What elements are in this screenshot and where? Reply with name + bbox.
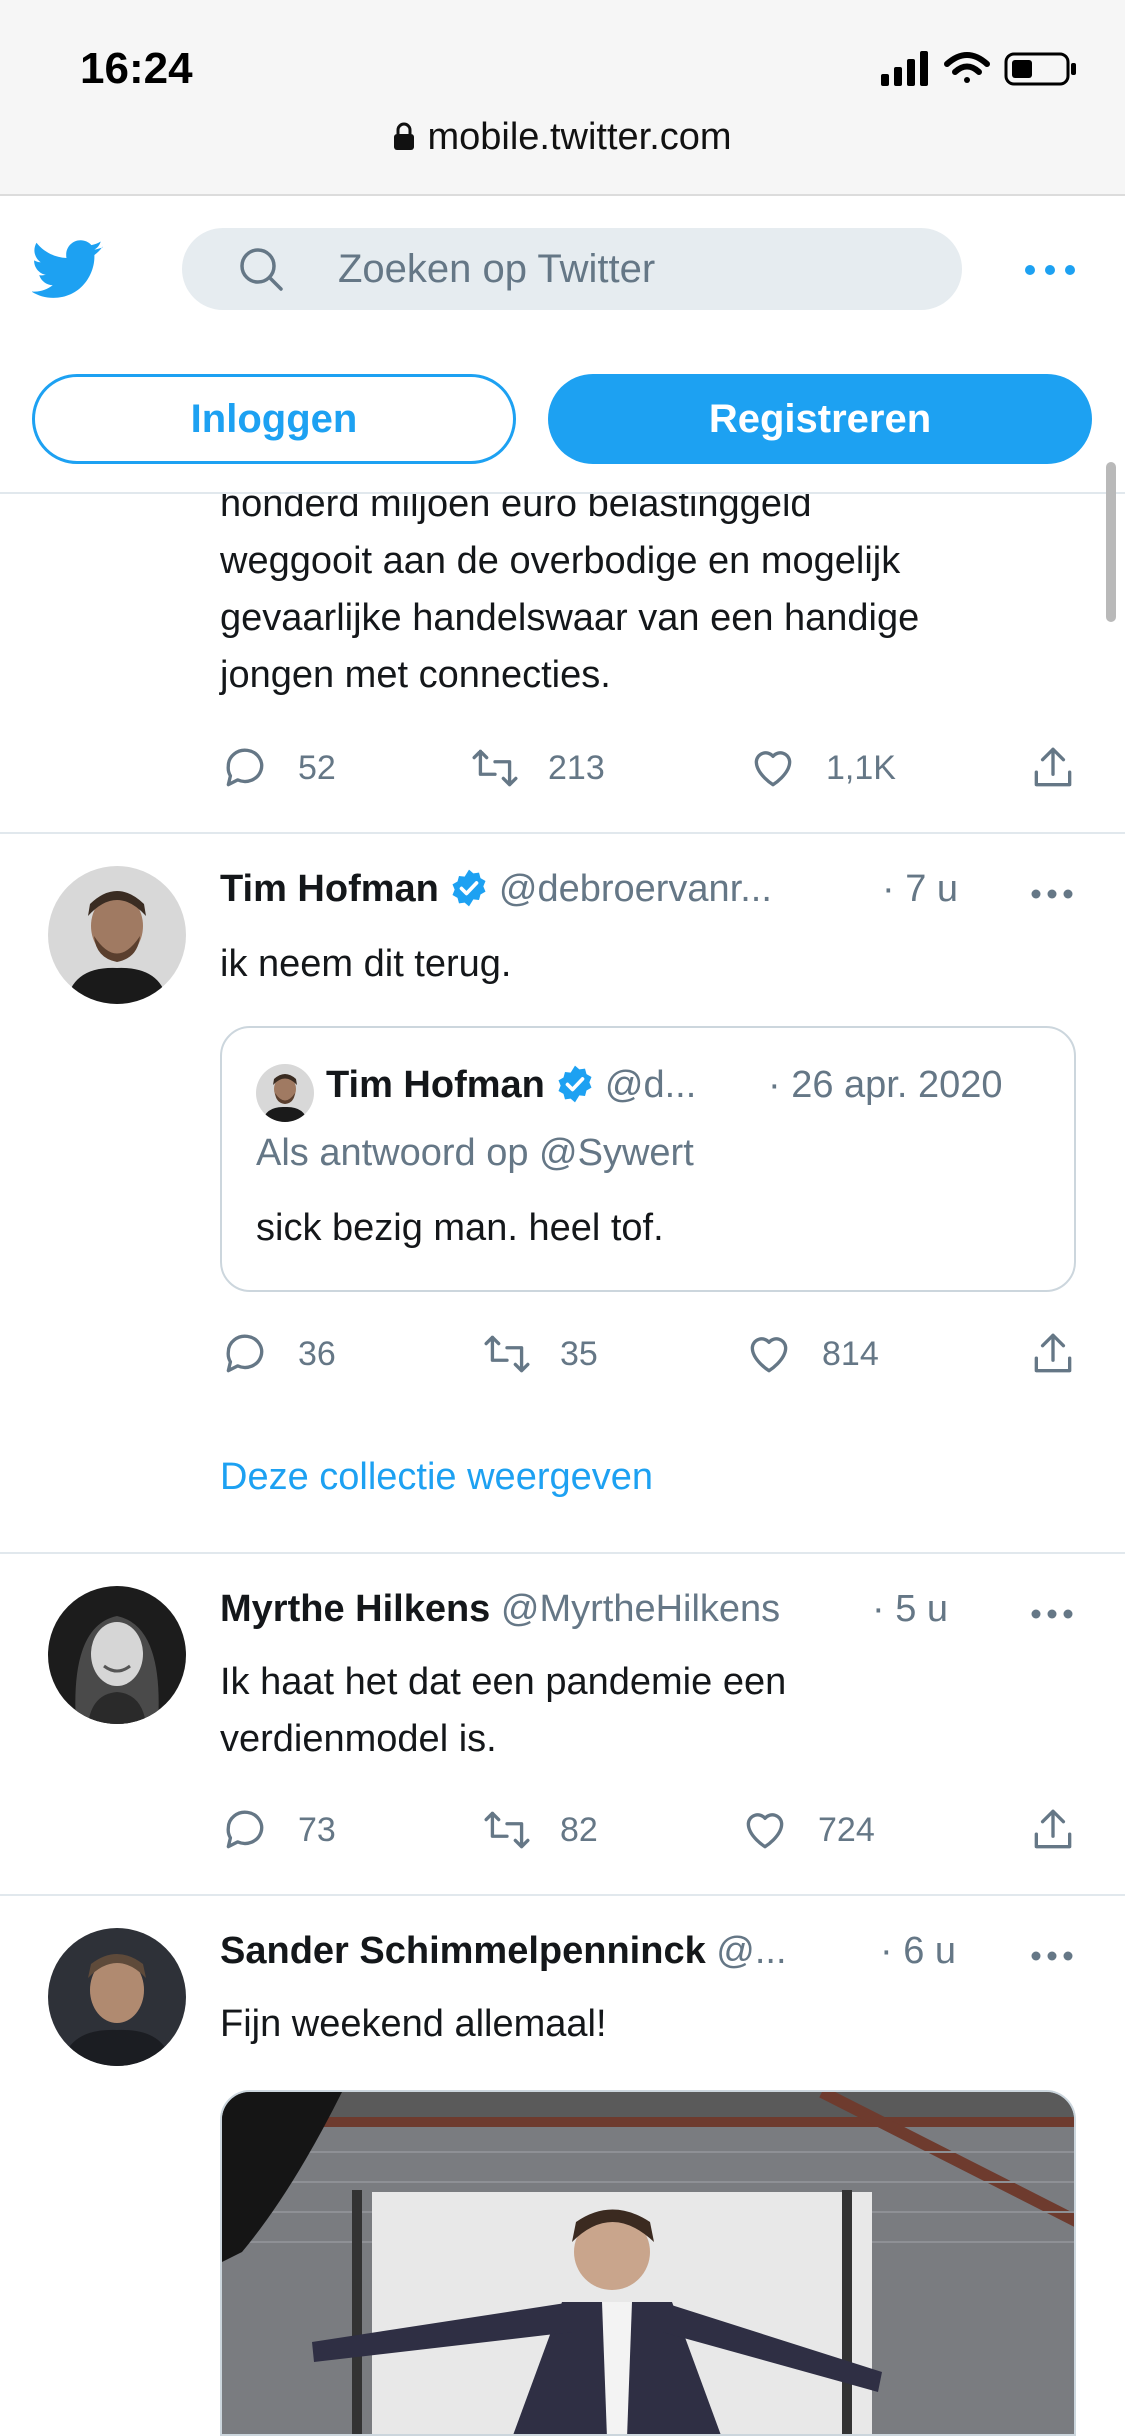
like-count: 814 — [822, 1334, 879, 1373]
view-collection-link[interactable]: Deze collectie weergeven — [220, 1456, 653, 1499]
retweet-button[interactable]: 82 — [482, 1800, 598, 1860]
like-count: 724 — [818, 1810, 875, 1849]
avatar-image — [48, 1928, 186, 2066]
author-name[interactable]: Myrthe Hilkens — [220, 1588, 490, 1630]
share-button[interactable] — [1028, 1324, 1078, 1384]
status-time: 16:24 — [80, 44, 193, 93]
reply-count: 52 — [298, 748, 336, 787]
retweet-button[interactable]: 35 — [482, 1324, 598, 1384]
quoted-tweet-text: sick bezig man. heel tof. — [256, 1207, 664, 1249]
address-bar[interactable]: mobile.twitter.com — [0, 116, 1125, 159]
like-button[interactable]: 1,1K — [748, 738, 896, 798]
divider — [0, 1552, 1125, 1554]
browser-chrome: 16:24 mobile.twitter.com — [0, 0, 1125, 196]
retweet-count: 82 — [560, 1810, 598, 1849]
signal-icon — [881, 51, 928, 86]
verified-badge-icon — [452, 869, 486, 907]
twitter-bird-icon[interactable] — [32, 240, 104, 300]
search-input[interactable] — [338, 228, 938, 310]
wifi-icon — [944, 52, 990, 83]
retweet-button[interactable]: 213 — [470, 738, 605, 798]
heart-icon — [746, 1813, 784, 1849]
verified-badge-icon — [558, 1065, 592, 1103]
register-button[interactable]: Registreren — [548, 374, 1092, 464]
tweet-photo — [222, 2092, 1074, 2434]
tweet-more-icon[interactable] — [1030, 888, 1074, 900]
tweet-text: honderd miljoen euro belastinggeld weggo… — [220, 494, 920, 696]
heart-icon — [750, 1337, 788, 1373]
tweet-time[interactable]: · 5 u — [872, 1588, 948, 1631]
share-button[interactable] — [1028, 1800, 1078, 1860]
reply-button[interactable]: 52 — [220, 738, 336, 798]
tweet-more-icon[interactable] — [1030, 1950, 1074, 1962]
share-button[interactable] — [1028, 738, 1078, 798]
like-button[interactable]: 814 — [744, 1324, 879, 1384]
lock-icon — [394, 122, 415, 150]
more-options-icon[interactable] — [1020, 250, 1080, 290]
url-text: mobile.twitter.com — [427, 116, 732, 158]
tweet-feed[interactable]: honderd miljoen euro belastinggeld weggo… — [0, 494, 1125, 2436]
avatar[interactable] — [48, 1928, 186, 2066]
reply-count: 36 — [298, 1334, 336, 1373]
retweet-icon — [472, 749, 518, 787]
status-icons — [881, 51, 1076, 86]
quoted-author-name: Tim Hofman — [326, 1064, 545, 1106]
avatar[interactable] — [48, 1586, 186, 1724]
quoted-author-line: Tim Hofman @d... — [326, 1064, 696, 1107]
tweet-text: Fijn weekend allemaal! — [220, 2003, 607, 2045]
tweet-time[interactable]: · 7 u — [882, 868, 958, 911]
avatar[interactable] — [48, 866, 186, 1004]
heart-icon — [754, 751, 792, 787]
author-line: Tim Hofman @debroervanr... — [220, 868, 772, 911]
quoted-tweet[interactable]: Tim Hofman @d... · 26 apr. 2020 Als antwo… — [220, 1026, 1076, 1292]
divider — [0, 1894, 1125, 1896]
retweet-count: 35 — [560, 1334, 598, 1373]
like-button[interactable]: 724 — [740, 1800, 875, 1860]
reply-count: 73 — [298, 1810, 336, 1849]
reply-icon — [226, 748, 264, 787]
tweet-text: ik neem dit terug. — [220, 943, 512, 985]
retweet-icon — [484, 1811, 530, 1849]
login-button[interactable]: Inloggen — [32, 374, 516, 464]
tweet-actions: 73 82 724 — [220, 1800, 1080, 1860]
tweet-text: Ik haat het dat een pandemie een verdien… — [220, 1661, 787, 1760]
author-name[interactable]: Tim Hofman — [220, 868, 439, 910]
tweet-more-icon[interactable] — [1030, 1608, 1074, 1620]
scrollbar[interactable] — [1106, 462, 1116, 622]
reply-button[interactable]: 73 — [220, 1800, 336, 1860]
author-handle[interactable]: @... — [716, 1930, 786, 1972]
quoted-tweet-time: · 26 apr. 2020 — [768, 1064, 1003, 1106]
tweet-media[interactable] — [220, 2090, 1076, 2436]
divider — [0, 832, 1125, 834]
reply-icon — [226, 1810, 264, 1849]
avatar-image — [48, 866, 186, 1004]
share-icon — [1034, 1809, 1072, 1849]
search-icon — [240, 248, 283, 291]
retweet-count: 213 — [548, 748, 605, 787]
retweet-icon — [484, 1335, 530, 1373]
tweet-actions: 52 213 1,1K — [220, 738, 1080, 798]
tweet-time[interactable]: · 6 u — [880, 1930, 956, 1973]
author-handle[interactable]: @MyrtheHilkens — [501, 1588, 780, 1630]
quoted-avatar — [256, 1064, 314, 1122]
author-line: Myrthe Hilkens @MyrtheHilkens — [220, 1588, 780, 1631]
tweet-actions: 36 35 814 — [220, 1324, 1080, 1384]
share-icon — [1034, 747, 1072, 787]
reply-to-label: Als antwoord op @Sywert — [256, 1132, 694, 1174]
author-name[interactable]: Sander Schimmelpenninck — [220, 1930, 706, 1972]
avatar-image — [48, 1586, 186, 1724]
reply-icon — [226, 1334, 264, 1373]
quoted-author-handle: @d... — [604, 1064, 697, 1106]
author-line: Sander Schimmelpenninck @... — [220, 1930, 787, 1973]
author-handle[interactable]: @debroervanr... — [499, 868, 772, 910]
share-icon — [1034, 1333, 1072, 1373]
reply-button[interactable]: 36 — [220, 1324, 336, 1384]
battery-icon — [1004, 52, 1076, 86]
search-box[interactable] — [182, 228, 962, 310]
like-count: 1,1K — [826, 748, 896, 787]
